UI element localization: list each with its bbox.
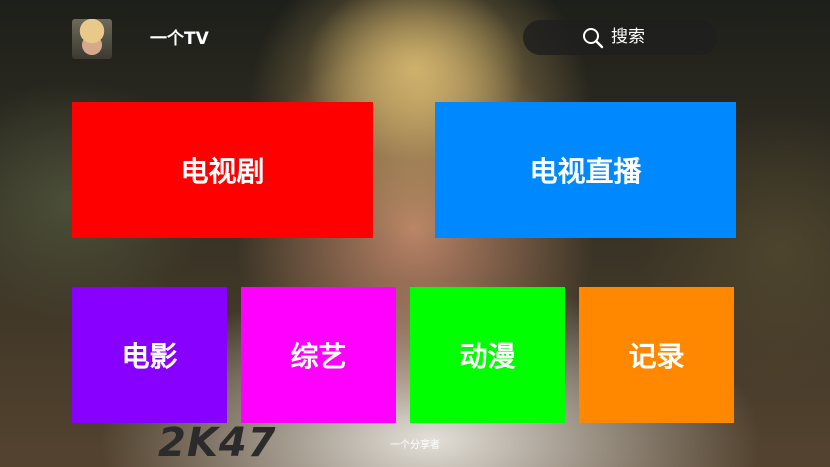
tile-label: 动漫: [459, 340, 516, 373]
tile-label: 电视直播: [529, 155, 642, 188]
tile-label: 电影: [121, 340, 178, 373]
footer-credit: 一个分享者: [390, 440, 440, 451]
search-label: 搜索: [611, 27, 645, 47]
app-title: 一个TV: [150, 29, 209, 49]
tile-label: 记录: [628, 340, 685, 373]
search-button[interactable]: 搜索: [523, 20, 717, 55]
tile-documentary[interactable]: 记录: [579, 287, 734, 423]
tile-variety[interactable]: 综艺: [241, 287, 396, 423]
search-icon: [583, 28, 604, 49]
tile-label: 电视剧: [180, 155, 265, 188]
tv-home-screen: 2K47 一个TV 搜索 电视剧 电视直播 电影 综艺 动漫 记录 一个分享者: [0, 0, 830, 467]
tile-movies[interactable]: 电影: [72, 287, 227, 423]
tile-live-tv[interactable]: 电视直播: [435, 102, 736, 238]
tile-anime[interactable]: 动漫: [410, 287, 565, 423]
tile-tv-series[interactable]: 电视剧: [72, 102, 373, 238]
tile-label: 综艺: [290, 340, 347, 373]
avatar[interactable]: [72, 19, 112, 59]
